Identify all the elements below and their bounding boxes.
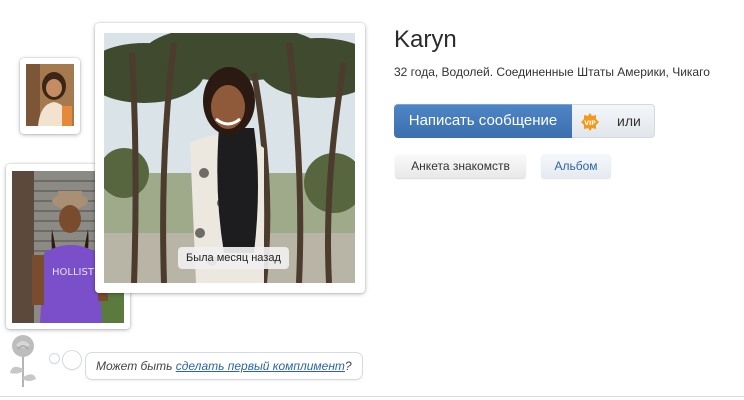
compliment-prefix: Может быть bbox=[96, 359, 176, 373]
thought-bubble-dot-large bbox=[63, 351, 81, 369]
thought-bubble-dot-small bbox=[50, 354, 59, 363]
compliment-bubble: Может быть сделать первый комплимент? bbox=[86, 353, 362, 379]
vip-badge-icon: VIP bbox=[581, 113, 599, 131]
profile-name: Karyn bbox=[394, 26, 457, 53]
tab-album[interactable]: Альбом bbox=[541, 154, 611, 178]
last-seen-label: Была месяц назад bbox=[178, 247, 289, 269]
compliment-suffix: ? bbox=[344, 359, 352, 373]
profile-info: 32 года, Водолей. Соединенные Штаты Амер… bbox=[394, 65, 710, 79]
or-label: или bbox=[617, 113, 641, 129]
main-profile-photo-image bbox=[104, 33, 355, 283]
write-message-button[interactable]: Написать сообщение bbox=[394, 104, 572, 138]
tab-dating-profile[interactable]: Анкета знакомств bbox=[395, 154, 526, 178]
main-profile-photo[interactable]: Была месяц назад bbox=[95, 23, 365, 293]
svg-text:VIP: VIP bbox=[584, 120, 596, 127]
rose-icon bbox=[10, 335, 36, 387]
photo-thumbnail-1-image bbox=[26, 64, 74, 126]
first-compliment-link[interactable]: сделать первый комплимент bbox=[176, 359, 345, 373]
photo-thumbnail-1[interactable] bbox=[20, 58, 80, 134]
vip-button[interactable]: VIP или bbox=[572, 104, 655, 138]
divider bbox=[0, 396, 744, 397]
